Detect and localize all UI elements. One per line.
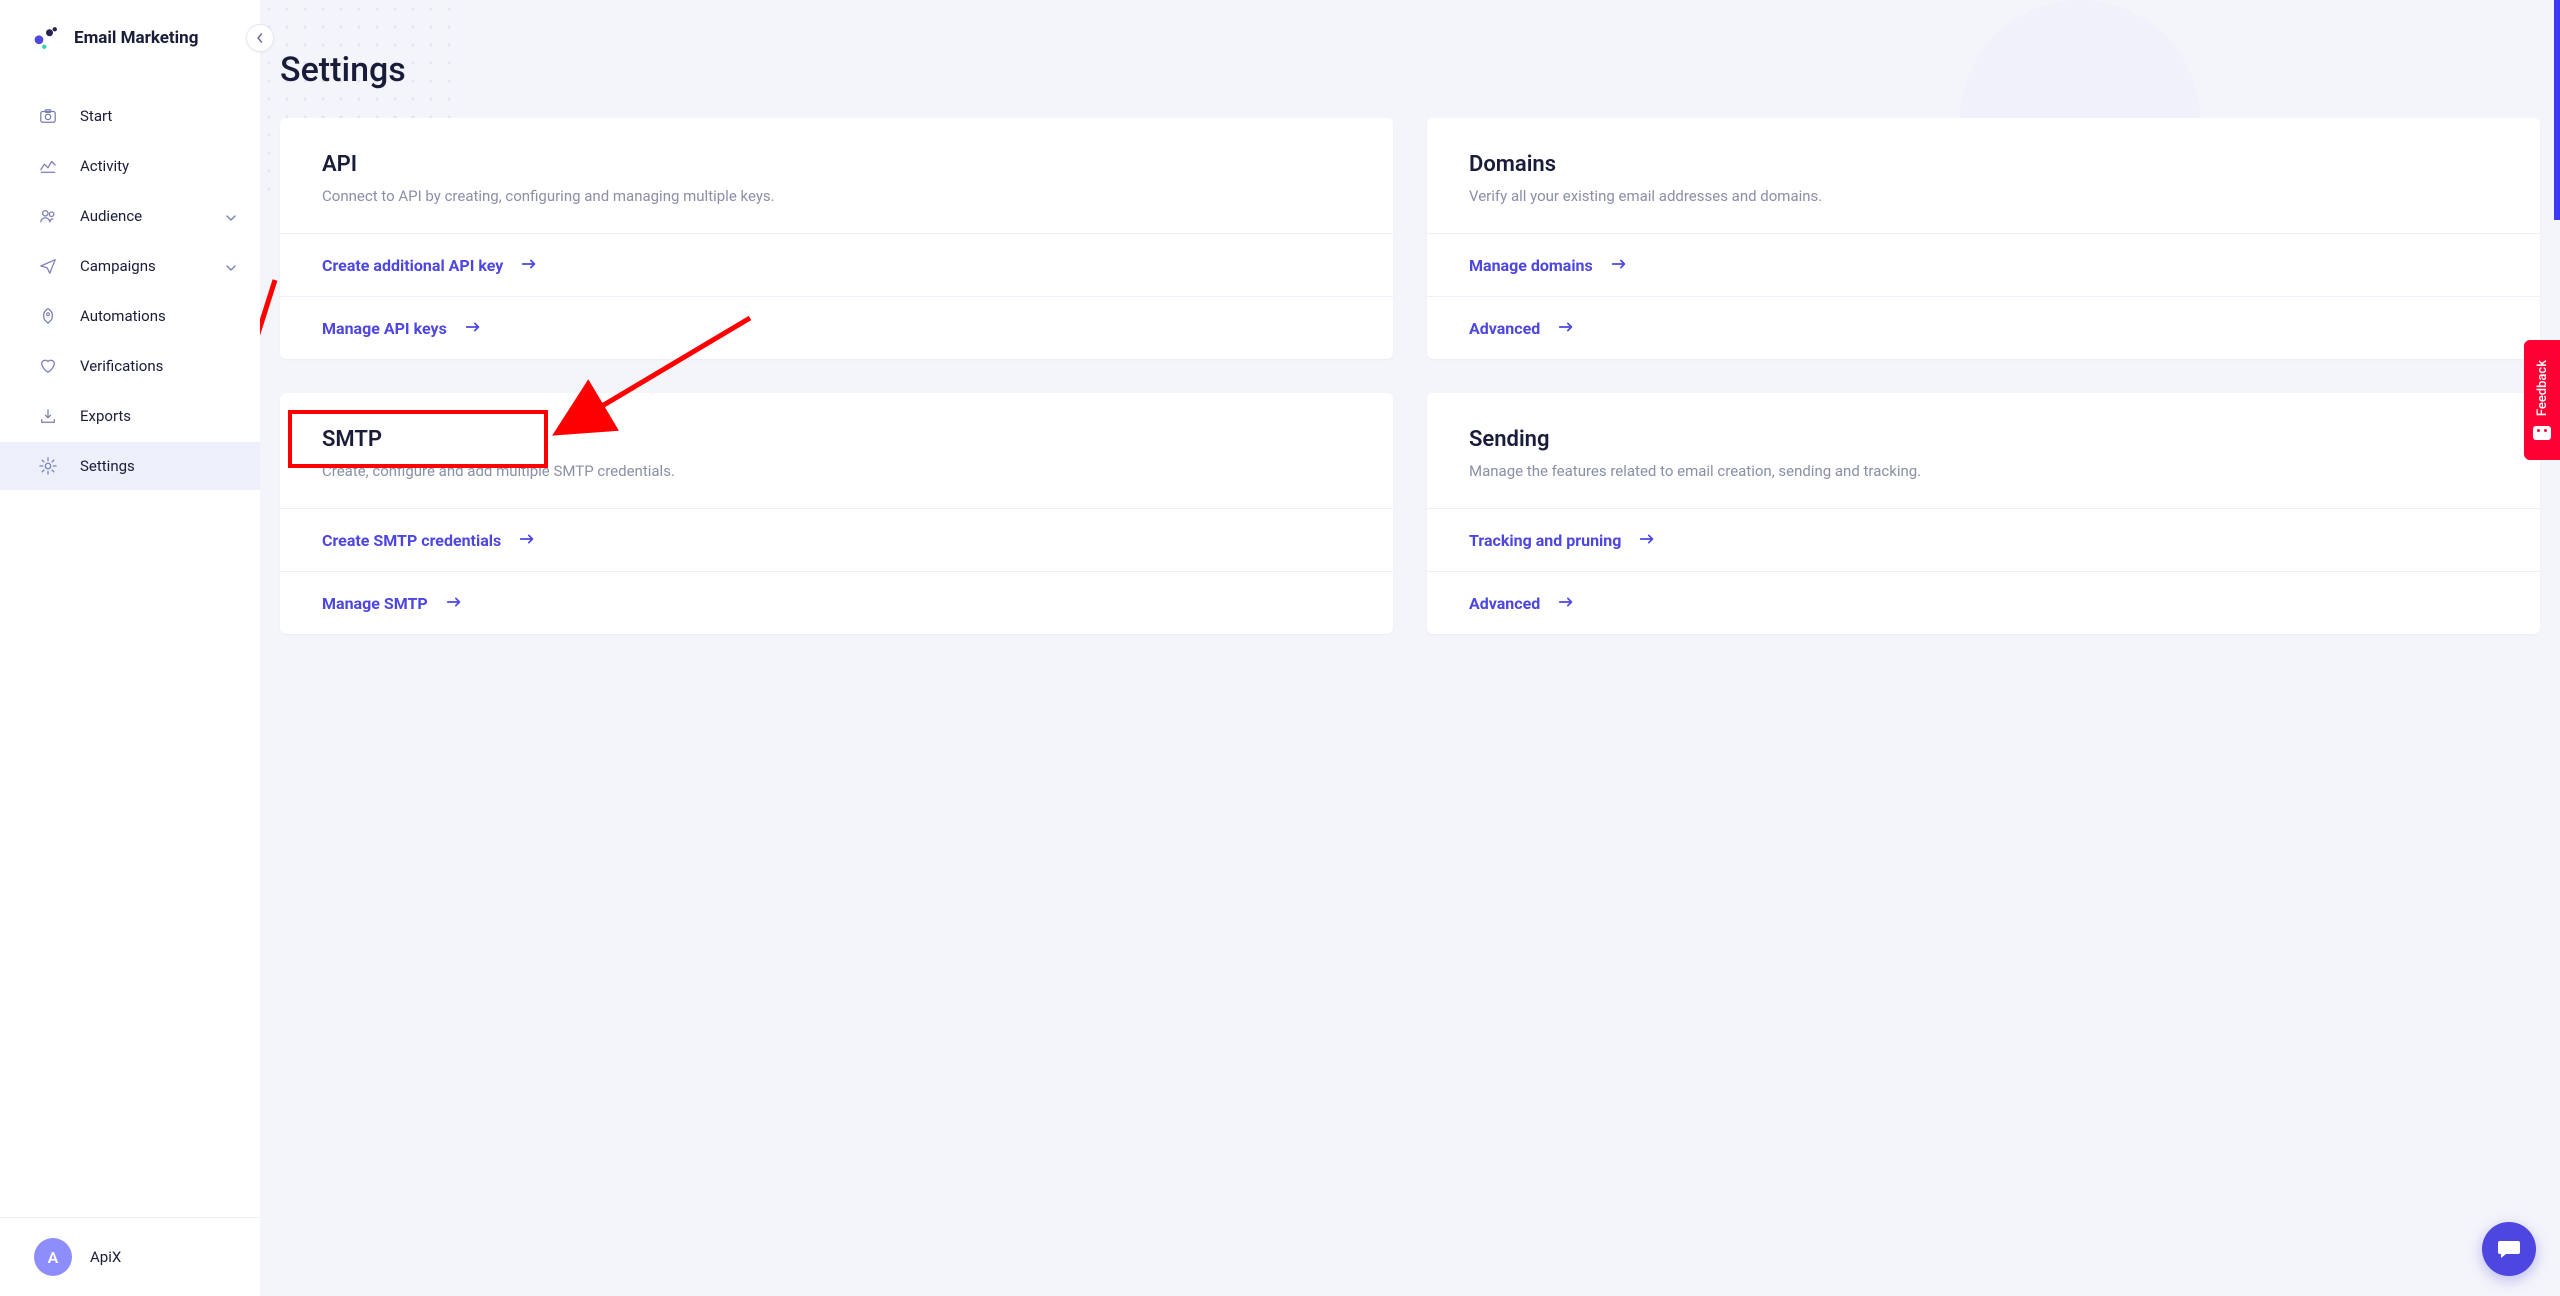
sidebar-item-label: Start [80,107,112,125]
card-desc: Verify all your existing email addresses… [1469,187,2498,205]
chevron-down-icon [226,259,240,273]
link-label: Manage SMTP [322,594,428,613]
chat-icon [2496,1236,2522,1262]
sidebar-item-verifications[interactable]: Verifications [0,342,260,390]
link-label: Create SMTP credentials [322,531,501,550]
feedback-label: Feedback [2535,360,2550,416]
rocket-icon [38,306,58,326]
page-title: Settings [260,0,2560,118]
sidebar-item-label: Audience [80,207,142,225]
chat-launcher[interactable] [2482,1222,2536,1276]
arrow-right-icon [1556,317,1578,339]
heart-check-icon [38,356,58,376]
sidebar-nav: Start Activity Audience Campaigns [0,76,260,1217]
brand-title: Email Marketing [74,28,198,48]
sidebar-item-label: Settings [80,457,135,475]
main-content: Settings API Connect to API by creating,… [260,0,2560,1296]
card-head: Domains Verify all your existing email a… [1427,118,2540,234]
link-tracking-pruning[interactable]: Tracking and pruning [1427,509,2540,572]
download-icon [38,406,58,426]
sidebar-item-label: Campaigns [80,257,156,275]
settings-cards-grid: API Connect to API by creating, configur… [260,118,2560,634]
users-icon [38,206,58,226]
link-domains-advanced[interactable]: Advanced [1427,297,2540,359]
arrow-right-icon [1637,529,1659,551]
arrow-right-icon [444,592,466,614]
user-name: ApiX [90,1248,121,1266]
arrow-right-icon [1609,254,1631,276]
avatar: A [34,1238,72,1276]
card-head: API Connect to API by creating, configur… [280,118,1393,234]
sidebar-item-campaigns[interactable]: Campaigns [0,242,260,290]
link-label: Manage API keys [322,319,447,338]
sidebar-header: Email Marketing [0,0,260,76]
feedback-tab[interactable]: Feedback [2524,340,2560,460]
link-label: Advanced [1469,594,1540,613]
chevron-down-icon [226,209,240,223]
sidebar-item-automations[interactable]: Automations [0,292,260,340]
link-label: Advanced [1469,319,1540,338]
card-sending: Sending Manage the features related to e… [1427,393,2540,634]
card-domains: Domains Verify all your existing email a… [1427,118,2540,359]
send-icon [38,256,58,276]
card-title: Domains [1469,152,2498,177]
chevron-left-icon [255,33,265,43]
arrow-right-icon [463,317,485,339]
sidebar-item-start[interactable]: Start [0,92,260,140]
link-create-api-key[interactable]: Create additional API key [280,234,1393,297]
card-title: Sending [1469,427,2498,452]
card-api: API Connect to API by creating, configur… [280,118,1393,359]
link-manage-domains[interactable]: Manage domains [1427,234,2540,297]
card-head: Sending Manage the features related to e… [1427,393,2540,509]
sidebar: Email Marketing Start Activity Audience [0,0,260,1296]
arrow-right-icon [517,529,539,551]
sidebar-footer[interactable]: A ApiX [0,1217,260,1296]
card-head: SMTP Create, configure and add multiple … [280,393,1393,509]
link-label: Tracking and pruning [1469,531,1621,550]
sidebar-item-audience[interactable]: Audience [0,192,260,240]
arrow-right-icon [1556,592,1578,614]
sidebar-collapse-button[interactable] [246,24,274,52]
camera-icon [38,106,58,126]
link-manage-api-keys[interactable]: Manage API keys [280,297,1393,359]
arrow-right-icon [519,254,541,276]
sidebar-item-label: Exports [80,407,131,425]
link-label: Manage domains [1469,256,1593,275]
card-desc: Manage the features related to email cre… [1469,462,2498,480]
sidebar-item-label: Automations [80,307,166,325]
card-smtp: SMTP Create, configure and add multiple … [280,393,1393,634]
link-manage-smtp[interactable]: Manage SMTP [280,572,1393,634]
card-desc: Connect to API by creating, configuring … [322,187,1351,205]
link-label: Create additional API key [322,256,503,275]
link-sending-advanced[interactable]: Advanced [1427,572,2540,634]
sidebar-item-settings[interactable]: Settings [0,442,260,490]
link-create-smtp[interactable]: Create SMTP credentials [280,509,1393,572]
scroll-accent [2554,0,2560,220]
sidebar-item-exports[interactable]: Exports [0,392,260,440]
gear-icon [38,456,58,476]
sidebar-item-label: Verifications [80,357,163,375]
activity-icon [38,156,58,176]
card-title: SMTP [322,427,1351,452]
smiley-icon [2533,426,2551,440]
card-desc: Create, configure and add multiple SMTP … [322,462,1351,480]
brand-logo-icon [32,24,60,52]
sidebar-item-label: Activity [80,157,129,175]
sidebar-item-activity[interactable]: Activity [0,142,260,190]
card-title: API [322,152,1351,177]
